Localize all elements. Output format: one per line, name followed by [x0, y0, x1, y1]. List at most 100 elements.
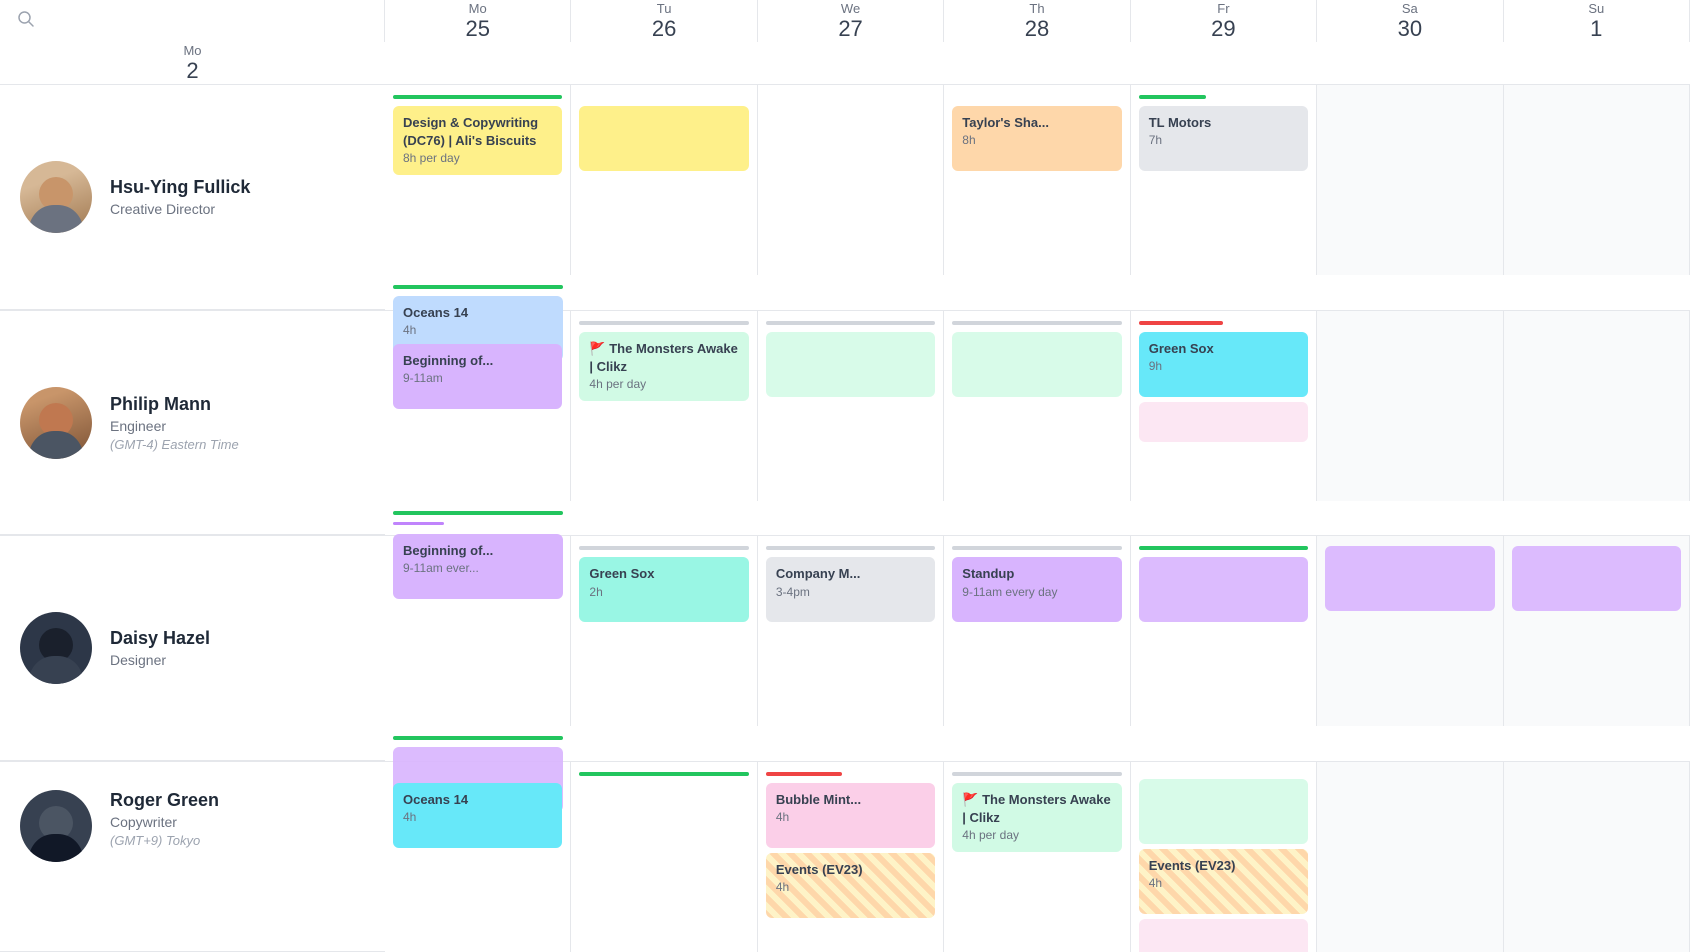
- event-philip-monsters-cont2[interactable]: [952, 332, 1121, 397]
- cell-roger-we27: Bubble Mint... 4h Events (EV23) 4h: [758, 762, 944, 952]
- person-row-philip: Philip Mann Engineer (GMT-4) Eastern Tim…: [0, 311, 1690, 537]
- person-info-philip: Philip Mann Engineer (GMT-4) Eastern Tim…: [0, 311, 385, 536]
- calendar-container: Mo 25 Tu 26 We 27 Th 28 Fr 29 Sa 30 Su 1…: [0, 0, 1690, 952]
- event-philip-monsters[interactable]: 🚩 The Monsters Awake | Clikz 4h per day: [579, 332, 748, 401]
- event-daisy-companym[interactable]: Company M... 3-4pm: [766, 557, 935, 622]
- header-day-th28: Th 28: [944, 0, 1130, 42]
- event-daisy-greensox[interactable]: Green Sox 2h: [579, 557, 748, 622]
- event-hsu-tlmotors[interactable]: TL Motors 7h: [1139, 106, 1308, 171]
- avail-bar-none3: [952, 95, 1121, 99]
- cell-daisy-su1: [1504, 536, 1690, 726]
- search-icon[interactable]: [16, 9, 36, 34]
- event-roger-bubblemint[interactable]: Bubble Mint... 4h: [766, 783, 935, 848]
- header-day-mo2: Mo 2: [0, 42, 385, 84]
- person-row-hsu: Hsu-Ying Fullick Creative Director Desig…: [0, 85, 1690, 311]
- header-left: [0, 0, 385, 42]
- cell-hsu-su1: [1504, 85, 1690, 275]
- avail-bar-r-green: [579, 772, 748, 776]
- avail-bar-none: [579, 95, 748, 99]
- cell-hsu-sa30: [1317, 85, 1503, 275]
- cell-philip-fr29: Green Sox 9h: [1131, 311, 1317, 501]
- event-philip-beginning2[interactable]: Beginning of... 9-11am ever...: [393, 534, 563, 599]
- cell-hsu-tu26: [571, 85, 757, 275]
- avail-bar-d-gray3: [952, 546, 1121, 550]
- event-roger-ev23-we[interactable]: Events (EV23) 4h: [766, 853, 935, 918]
- cell-hsu-we27: [758, 85, 944, 275]
- cell-roger-mo25: Oceans 14 4h: [385, 762, 571, 952]
- cell-philip-su1: [1504, 311, 1690, 501]
- avail-bar-p-red: [1139, 321, 1224, 325]
- person-details-roger: Roger Green Copywriter (GMT+9) Tokyo: [110, 790, 219, 848]
- event-daisy-standup-cont2[interactable]: [1325, 546, 1494, 611]
- person-info-hsu: Hsu-Ying Fullick Creative Director: [0, 85, 385, 310]
- event-hsu-dc76[interactable]: Design & Copywriting (DC76) | Ali's Bisc…: [393, 106, 562, 175]
- person-row-daisy: Daisy Hazel Designer Green Sox 2h: [0, 536, 1690, 762]
- cell-daisy-fr29: [1131, 536, 1317, 726]
- header-day-fr29: Fr 29: [1131, 0, 1317, 42]
- event-hsu-taylors[interactable]: Taylor's Sha... 8h: [952, 106, 1121, 171]
- cell-roger-su1: [1504, 762, 1690, 952]
- avatar-roger: [20, 790, 92, 862]
- grid-row-daisy: Green Sox 2h Company M... 3-4pm: [385, 536, 1690, 761]
- grid-row-roger: Oceans 14 4h Bubble Mint... 4h E: [385, 762, 1690, 952]
- prefix-bar-purple2: [393, 522, 444, 525]
- cell-philip-we27: [758, 311, 944, 501]
- event-philip-beginning[interactable]: Beginning of... 9-11am: [393, 344, 562, 409]
- event-daisy-standup-cont[interactable]: [1139, 557, 1308, 622]
- person-info-daisy: Daisy Hazel Designer: [0, 536, 385, 761]
- cell-hsu-mo25: Design & Copywriting (DC76) | Ali's Bisc…: [385, 85, 571, 275]
- avail-bar-none2: [766, 95, 935, 99]
- event-daisy-standup-cont3[interactable]: [1512, 546, 1681, 611]
- avail-bar-d-green2: [1139, 546, 1308, 550]
- cell-roger-sa30: [1317, 762, 1503, 952]
- header-day-su1: Su 1: [1504, 0, 1690, 42]
- event-philip-pink[interactable]: [1139, 402, 1308, 442]
- event-roger-monsters-cont[interactable]: [1139, 779, 1308, 844]
- header-day-tu26: Tu 26: [571, 0, 757, 42]
- event-roger-monsters[interactable]: 🚩 The Monsters Awake | Clikz 4h per day: [952, 783, 1121, 852]
- header-row: Mo 25 Tu 26 We 27 Th 28 Fr 29 Sa 30 Su 1…: [0, 0, 1690, 85]
- cell-roger-th28: 🚩 The Monsters Awake | Clikz 4h per day: [944, 762, 1130, 952]
- event-roger-ev23-fr[interactable]: Events (EV23) 4h: [1139, 849, 1308, 914]
- event-philip-greensox[interactable]: Green Sox 9h: [1139, 332, 1308, 397]
- avail-bar-green: [393, 95, 562, 99]
- avatar-daisy: [20, 612, 92, 684]
- cell-philip-sa30: [1317, 311, 1503, 501]
- person-details-philip: Philip Mann Engineer (GMT-4) Eastern Tim…: [110, 394, 239, 452]
- avail-bar-d-gray: [579, 546, 748, 550]
- avatar-philip: [20, 387, 92, 459]
- avail-bar-p-gray3: [952, 321, 1121, 325]
- cell-hsu-fr29: TL Motors 7h: [1131, 85, 1317, 275]
- grid-row-hsu: Design & Copywriting (DC76) | Ali's Bisc…: [385, 85, 1690, 310]
- avatar-hsu: [20, 161, 92, 233]
- cell-daisy-sa30: [1317, 536, 1503, 726]
- event-daisy-standup[interactable]: Standup 9-11am every day: [952, 557, 1121, 622]
- grid-row-philip: Beginning of... 9-11am 🚩 The Monsters Aw…: [385, 311, 1690, 536]
- cell-roger-fr29: Events (EV23) 4h: [1131, 762, 1317, 952]
- avail-bar-p-gray2: [766, 321, 935, 325]
- avail-bar-p-gray: [579, 321, 748, 325]
- avail-bar-green-short: [1139, 95, 1207, 99]
- cell-daisy-we27: Company M... 3-4pm: [758, 536, 944, 726]
- cell-hsu-th28: Taylor's Sha... 8h: [944, 85, 1130, 275]
- cell-daisy-th28: Standup 9-11am every day: [944, 536, 1130, 726]
- person-details-daisy: Daisy Hazel Designer: [110, 628, 210, 668]
- cell-philip-tu26: 🚩 The Monsters Awake | Clikz 4h per day: [571, 311, 757, 501]
- person-info-roger: Roger Green Copywriter (GMT+9) Tokyo: [0, 762, 385, 952]
- header-day-we27: We 27: [758, 0, 944, 42]
- person-row-roger: Roger Green Copywriter (GMT+9) Tokyo Oce…: [0, 762, 1690, 952]
- avail-bar-d-gray2: [766, 546, 935, 550]
- person-details-hsu: Hsu-Ying Fullick Creative Director: [110, 177, 250, 217]
- event-roger-pink-fr[interactable]: [1139, 919, 1308, 952]
- cell-roger-tu26: [571, 762, 757, 952]
- avail-bar-r-red: [766, 772, 842, 776]
- avail-bar-green2: [393, 285, 563, 289]
- header-day-sa30: Sa 30: [1317, 0, 1503, 42]
- cell-daisy-tu26: Green Sox 2h: [571, 536, 757, 726]
- avail-bar-d-green3: [393, 736, 563, 740]
- event-philip-monsters-cont[interactable]: [766, 332, 935, 397]
- event-roger-oceans14[interactable]: Oceans 14 4h: [393, 783, 562, 848]
- cell-philip-th28: [944, 311, 1130, 501]
- event-hsu-dc76-cont[interactable]: [579, 106, 748, 171]
- avail-bar-p-green2: [393, 511, 563, 515]
